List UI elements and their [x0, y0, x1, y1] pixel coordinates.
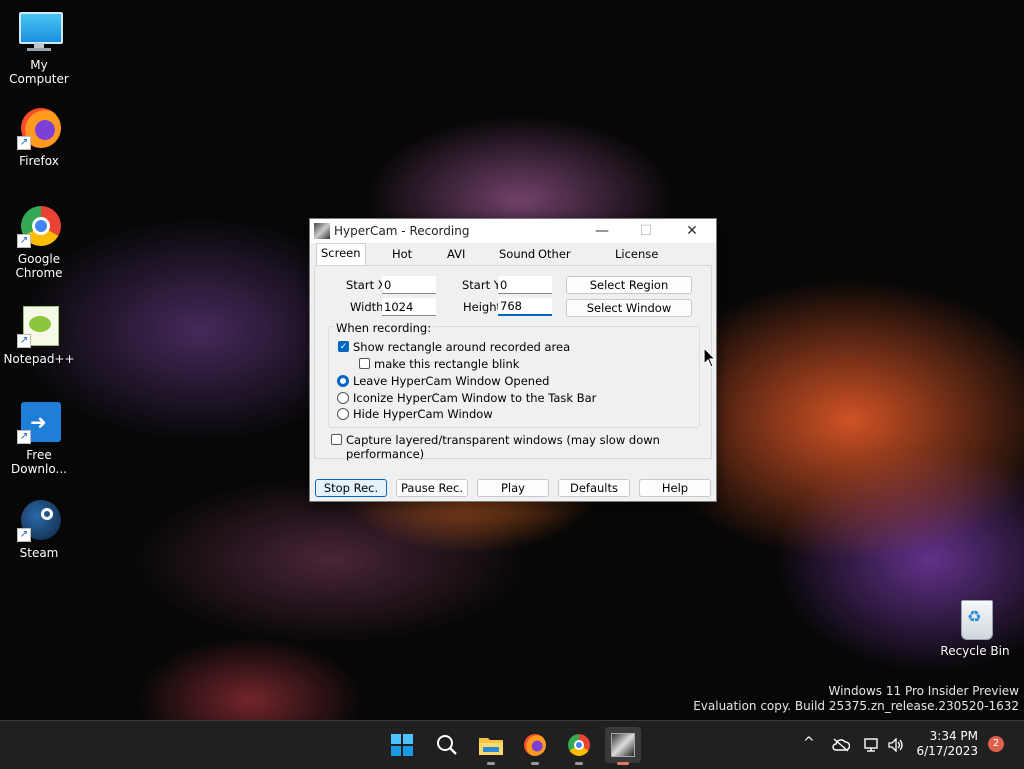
shortcut-arrow-icon: ↗ [17, 430, 31, 444]
start-button[interactable] [384, 727, 420, 763]
height-label: Height [463, 300, 502, 314]
window-titlebar[interactable]: HyperCam - Recording — ☐ ✕ [310, 219, 716, 243]
iconize-label[interactable]: Iconize HyperCam Window to the Task Bar [353, 391, 596, 405]
select-region-button[interactable]: Select Region [566, 276, 692, 294]
hypercam-app-icon[interactable] [314, 223, 330, 239]
desktop-icon-google-chrome[interactable]: ↗ Google Chrome [0, 204, 78, 280]
when-recording-label: When recording: [334, 321, 434, 335]
tab-avi-file[interactable]: AVI File [443, 245, 470, 280]
firefox-icon: ↗ [17, 106, 61, 150]
desktop-icon-label: Firefox [19, 154, 59, 168]
notification-badge[interactable]: 2 [988, 736, 1004, 752]
volume-icon[interactable] [888, 738, 904, 752]
search-button[interactable] [429, 727, 465, 763]
window-title: HyperCam - Recording [334, 224, 470, 238]
show-hidden-icons-chevron[interactable]: ^ [803, 735, 815, 751]
monitor-icon [17, 10, 63, 54]
mouse-cursor-icon [703, 347, 717, 368]
chrome-icon [568, 734, 590, 756]
start-x-field[interactable] [382, 276, 436, 294]
desktop-icon-free-download-manager[interactable]: ➜ ↗ Free Downlo... [0, 400, 78, 476]
taskbar-clock[interactable]: 3:34 PM 6/17/2023 [916, 729, 978, 759]
tab-hot-keys[interactable]: Hot Keys [388, 245, 423, 280]
hypercam-window: HyperCam - Recording — ☐ ✕ Screen Area H… [309, 218, 717, 502]
chrome-icon: ↗ [17, 204, 61, 248]
desktop-icon-recycle-bin[interactable]: ♻ Recycle Bin [936, 596, 1014, 658]
height-field[interactable] [498, 298, 552, 316]
desktop-icon-label: Free Downlo... [11, 448, 67, 476]
minimize-button[interactable]: — [580, 219, 624, 243]
file-explorer-icon [479, 738, 503, 755]
desktop-icon-notepad-plus-plus[interactable]: ↗ Notepad++ [0, 304, 78, 366]
play-button[interactable]: Play [477, 479, 549, 497]
capture-layered-checkbox[interactable] [331, 434, 342, 445]
tab-screen-area[interactable]: Screen Area [316, 243, 366, 279]
shortcut-arrow-icon: ↗ [17, 136, 31, 150]
hypercam-taskbar-button[interactable] [605, 727, 641, 765]
help-button[interactable]: Help [639, 479, 711, 497]
pause-rec-button[interactable]: Pause Rec. [396, 479, 468, 497]
capture-layered-label[interactable]: Capture layered/transparent windows (may… [346, 433, 716, 461]
start-x-label: Start X [346, 278, 386, 292]
iconize-radio[interactable] [337, 392, 349, 404]
desktop-icon-my-computer[interactable]: My Computer [0, 10, 78, 86]
clock-date: 6/17/2023 [916, 744, 978, 758]
defaults-button[interactable]: Defaults [558, 479, 630, 497]
clock-time: 3:34 PM [929, 729, 978, 743]
firefox-icon [524, 734, 546, 756]
watermark-edition: Windows 11 Pro Insider Preview [828, 684, 1019, 698]
desktop-icon-label: Google Chrome [15, 252, 63, 280]
network-icon[interactable] [864, 738, 880, 752]
show-rectangle-label[interactable]: Show rectangle around recorded area [353, 340, 570, 354]
tab-license[interactable]: License [611, 245, 662, 264]
hypercam-icon [611, 733, 635, 757]
leave-opened-label[interactable]: Leave HyperCam Window Opened [353, 374, 549, 388]
leave-opened-radio[interactable] [337, 375, 349, 387]
watermark-build: Evaluation copy. Build 25375.zn_release.… [693, 699, 1019, 713]
running-indicator [575, 762, 583, 765]
close-button[interactable]: ✕ [670, 219, 714, 243]
stop-rec-button[interactable]: Stop Rec. [315, 479, 387, 497]
free-download-manager-icon: ➜ ↗ [17, 400, 61, 444]
steam-icon: ↗ [17, 498, 61, 542]
shortcut-arrow-icon: ↗ [17, 334, 31, 348]
tab-sound[interactable]: Sound [495, 245, 539, 264]
recycle-bin-icon: ♻ [953, 596, 997, 640]
tab-other-options[interactable]: Other Options [534, 245, 586, 280]
taskbar: ^ 3:34 PM 6/17/2023 [0, 720, 1024, 769]
width-field[interactable] [382, 298, 436, 316]
desktop-icon-label: Notepad++ [3, 352, 75, 366]
width-label: Width [350, 300, 384, 314]
shortcut-arrow-icon: ↗ [17, 528, 31, 542]
running-indicator [531, 762, 539, 765]
shortcut-arrow-icon: ↗ [17, 234, 31, 248]
blink-rectangle-label[interactable]: make this rectangle blink [374, 357, 519, 371]
start-y-label: Start Y [462, 278, 501, 292]
maximize-button[interactable]: ☐ [624, 219, 668, 243]
hide-window-radio[interactable] [337, 408, 349, 420]
desktop-icon-label: My Computer [9, 58, 69, 86]
desktop-icon-firefox[interactable]: ↗ Firefox [0, 106, 78, 168]
file-explorer-button[interactable] [473, 727, 509, 765]
select-window-button[interactable]: Select Window [566, 299, 692, 317]
firefox-taskbar-button[interactable] [517, 727, 553, 765]
desktop-icon-steam[interactable]: ↗ Steam [0, 498, 78, 560]
windows-start-icon [391, 734, 413, 756]
windows-watermark: Windows 11 Pro Insider Preview Evaluatio… [693, 684, 1019, 714]
running-indicator [487, 762, 495, 765]
notepad-plus-plus-icon: ↗ [17, 304, 61, 348]
hide-window-label[interactable]: Hide HyperCam Window [353, 407, 493, 421]
chrome-taskbar-button[interactable] [561, 727, 597, 765]
active-indicator [617, 762, 629, 765]
desktop-icon-label: Recycle Bin [940, 644, 1010, 658]
search-icon [437, 735, 457, 755]
show-rectangle-checkbox[interactable]: ✓ [338, 341, 349, 352]
desktop-icon-label: Steam [19, 546, 59, 560]
cloud-offline-icon[interactable] [832, 738, 850, 752]
blink-rectangle-checkbox[interactable] [359, 358, 370, 369]
start-y-field[interactable] [498, 276, 552, 294]
